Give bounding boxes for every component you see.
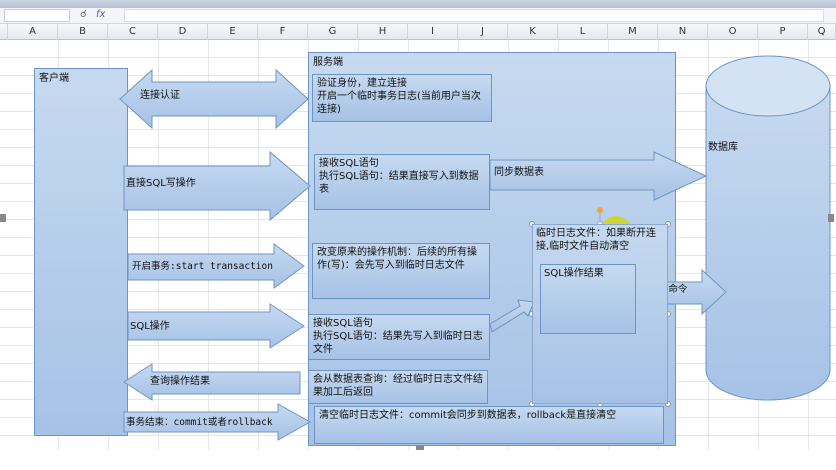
database-label: 数据库 xyxy=(708,142,738,153)
direct-sql-label: 直接SQL写操作 xyxy=(126,178,196,189)
verify-step-box[interactable]: 验证身份，建立连接 开启一个临时事务日志(当前用户当次连接) xyxy=(312,74,492,122)
query-result-label: 查询操作结果 xyxy=(150,376,210,387)
direct-write-step-box[interactable]: 接收SQL语句 执行SQL语句：结果直接写入到数据表 xyxy=(314,154,490,210)
connect-label: 连接认证 xyxy=(140,90,180,101)
query-merge-step-box[interactable]: 会从数据表查询：经过临时日志文件结果加工后返回 xyxy=(308,370,488,404)
sync-table-label: 同步数据表 xyxy=(494,167,544,178)
rotate-handle xyxy=(597,207,603,213)
start-txn-label: 开启事务:start transaction xyxy=(132,261,273,272)
to-temp-log-arrow xyxy=(489,299,535,333)
sql-result-label: SQL操作结果 xyxy=(544,268,604,279)
temp-log-label: 临时日志文件：如果断开连接,临时文件自动清空 xyxy=(536,228,656,252)
sql-result-box[interactable]: SQL操作结果 xyxy=(540,264,636,334)
end-txn-label: 事务结束：commit或者rollback xyxy=(126,417,273,428)
left-resize-handle[interactable] xyxy=(0,214,6,222)
clear-log-step-box[interactable]: 清空临时日志文件：commit会同步到数据表，rollback是直接清空 xyxy=(314,406,664,444)
status-area xyxy=(0,450,836,470)
sql-op-label: SQL操作 xyxy=(130,321,170,332)
change-mechanism-step-box[interactable]: 改变原来的操作机制：后续的所有操作(写)：会先写入到临时日志文件 xyxy=(312,243,490,299)
right-resize-handle[interactable] xyxy=(828,214,834,222)
txn-write-step-box[interactable]: 接收SQL语句 执行SQL语句：结果先写入到临时日志文件 xyxy=(308,314,490,360)
database-cylinder xyxy=(705,55,831,401)
